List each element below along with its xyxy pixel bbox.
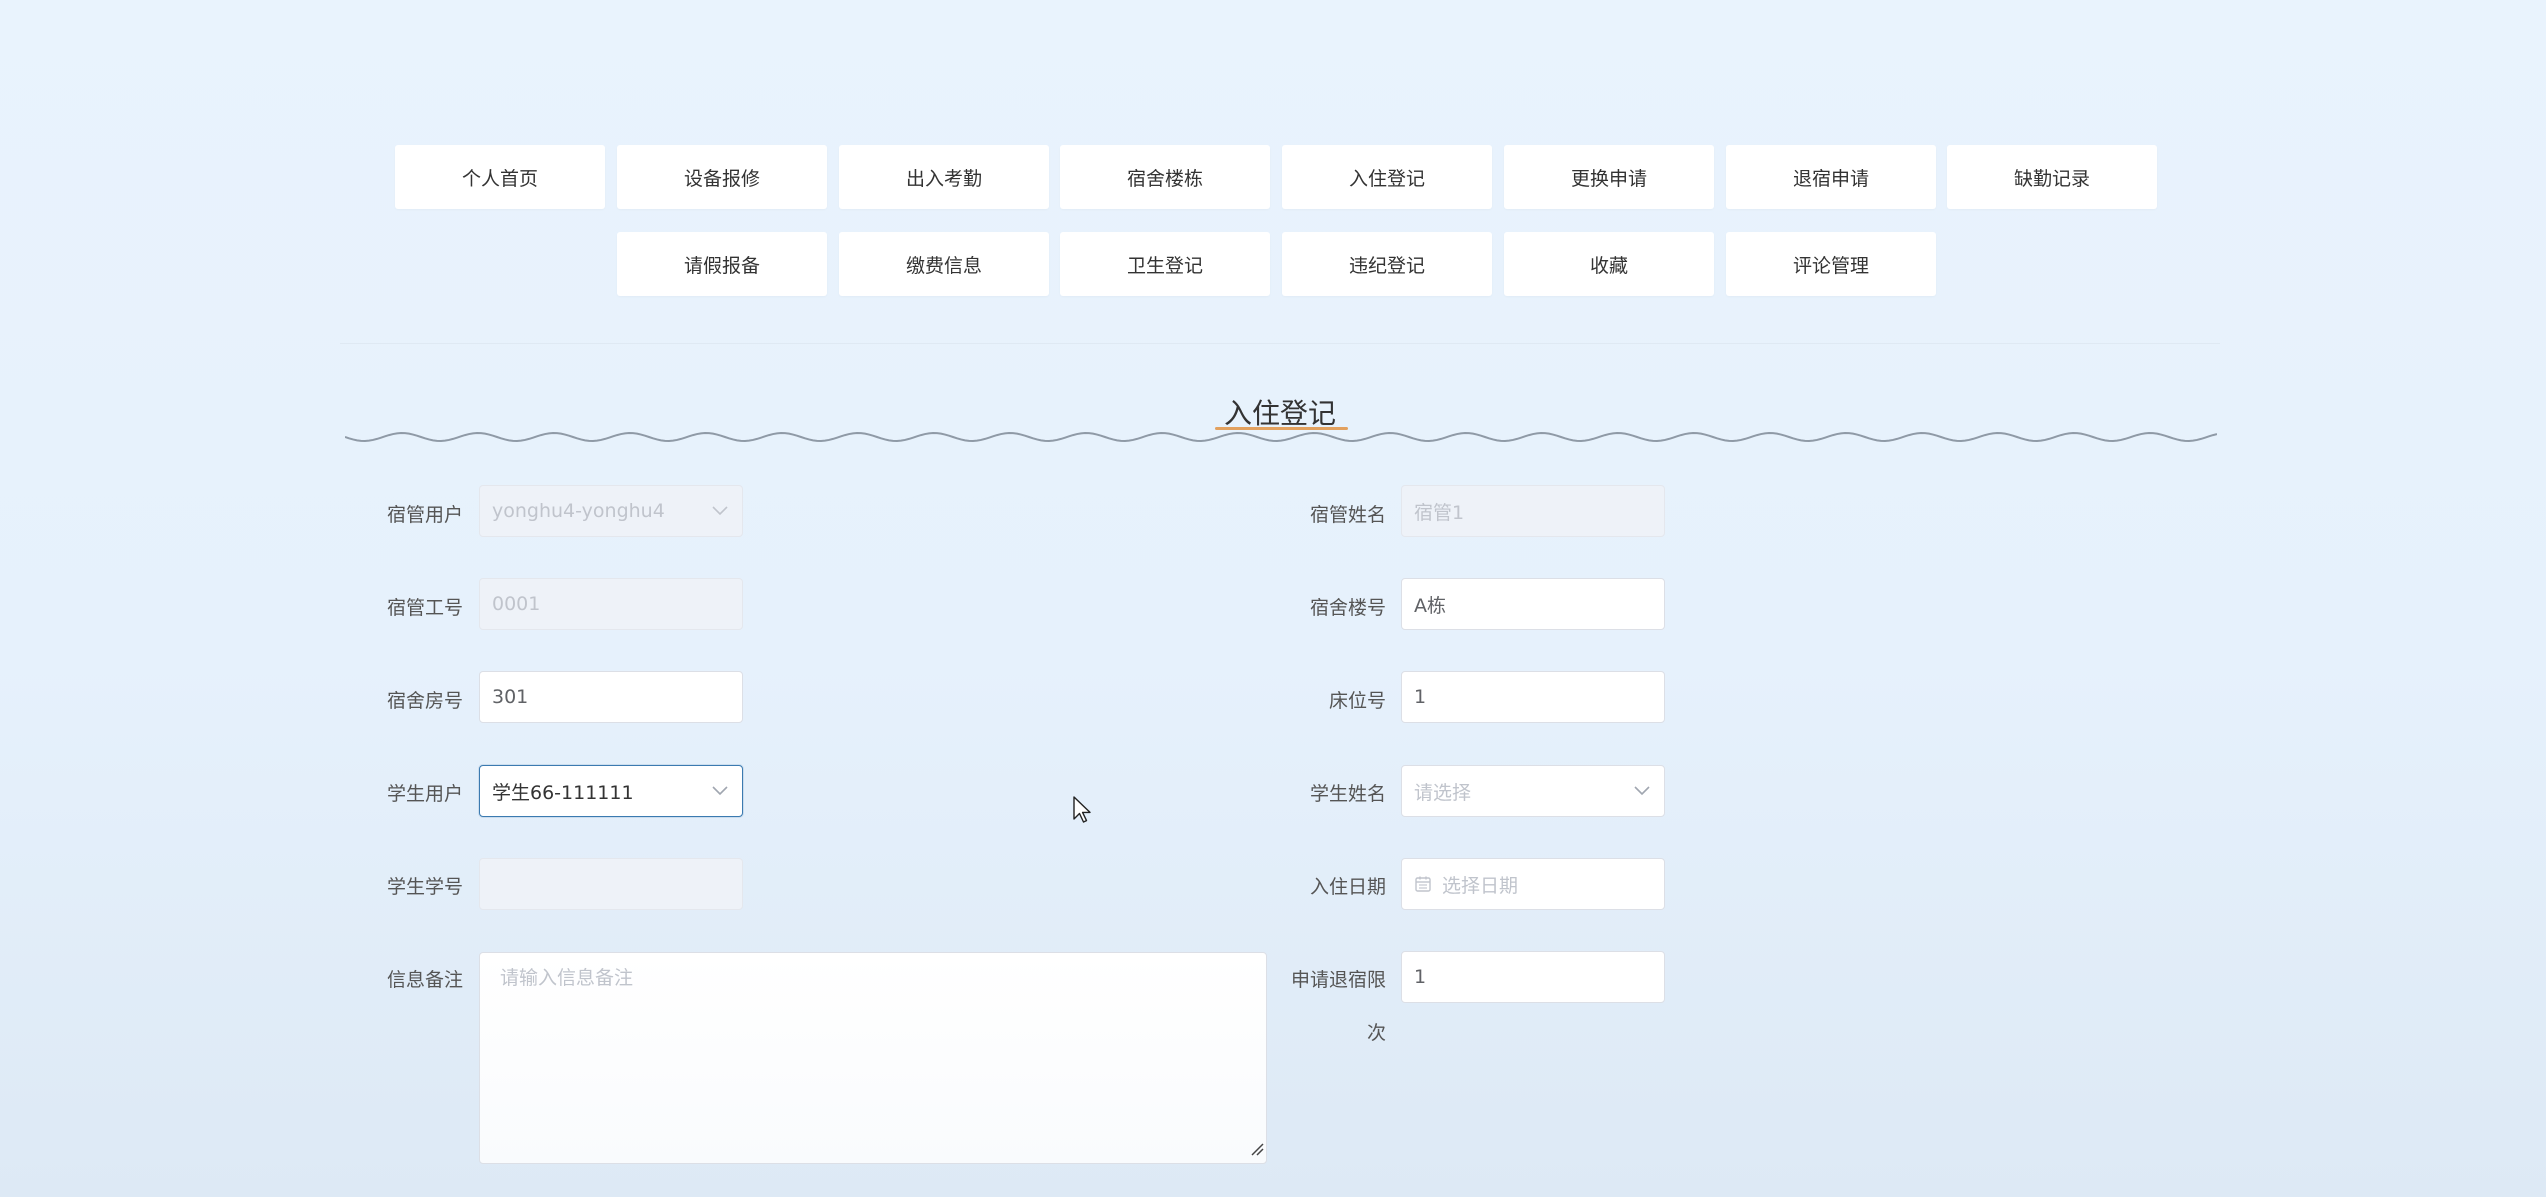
nav-item-hygiene[interactable]: 卫生登记 [1060, 232, 1270, 296]
manager-user-label: 宿管用户 [386, 504, 463, 526]
bed-input[interactable]: 1 [1401, 671, 1665, 723]
room-input[interactable]: 301 [479, 671, 743, 723]
nav-item-home[interactable]: 个人首页 [395, 145, 605, 209]
building-label: 宿舍楼号 [1309, 597, 1386, 619]
nav-item-absence[interactable]: 缺勤记录 [1947, 145, 2157, 209]
manager-id-field: 0001 [479, 578, 743, 630]
manager-id-label: 宿管工号 [386, 597, 463, 619]
remark-label: 信息备注 [386, 969, 463, 991]
student-name-label: 学生姓名 [1309, 783, 1386, 805]
nav-item-violation[interactable]: 违纪登记 [1282, 232, 1492, 296]
checkin-date-picker[interactable]: 选择日期 [1401, 858, 1665, 910]
checkin-date-label: 入住日期 [1309, 876, 1386, 898]
nav-item-favorites[interactable]: 收藏 [1504, 232, 1714, 296]
chevron-down-icon [710, 781, 730, 801]
manager-user-select: yonghu4-yonghu4 [479, 485, 743, 537]
student-no-label: 学生学号 [386, 876, 463, 898]
bed-label: 床位号 [1328, 690, 1386, 712]
checkout-limit-label-cont: 次 [1366, 1022, 1386, 1044]
nav-item-payment[interactable]: 缴费信息 [839, 232, 1049, 296]
student-user-select[interactable]: 学生66-111111 [479, 765, 743, 817]
nav-item-leave[interactable]: 请假报备 [617, 232, 827, 296]
student-user-label: 学生用户 [386, 783, 463, 805]
room-label: 宿舍房号 [386, 690, 463, 712]
nav-item-comments[interactable]: 评论管理 [1726, 232, 1936, 296]
mouse-cursor-icon [1073, 796, 1091, 823]
nav-item-checkout-request[interactable]: 退宿申请 [1726, 145, 1936, 209]
manager-name-label: 宿管姓名 [1309, 504, 1386, 526]
nav-item-change-request[interactable]: 更换申请 [1504, 145, 1714, 209]
chevron-down-icon [1632, 781, 1652, 801]
student-no-field [479, 858, 743, 910]
nav-item-repair[interactable]: 设备报修 [617, 145, 827, 209]
chevron-down-icon [710, 501, 730, 521]
page-title: 入住登记 [1223, 397, 1336, 430]
nav-item-buildings[interactable]: 宿舍楼栋 [1060, 145, 1270, 209]
manager-name-field: 宿管1 [1401, 485, 1665, 537]
remark-placeholder: 请输入信息备注 [500, 967, 634, 989]
student-name-select[interactable]: 请选择 [1401, 765, 1665, 817]
nav-item-checkin[interactable]: 入住登记 [1282, 145, 1492, 209]
checkout-limit-label: 申请退宿限 [1290, 969, 1386, 991]
section-divider [340, 343, 2220, 344]
checkout-limit-input[interactable]: 1 [1401, 951, 1665, 1003]
calendar-icon [1414, 875, 1432, 893]
building-input[interactable]: A栋 [1401, 578, 1665, 630]
resize-grip-icon[interactable] [1250, 1139, 1264, 1161]
wave-divider [345, 432, 2217, 442]
nav-item-attendance[interactable]: 出入考勤 [839, 145, 1049, 209]
remark-textarea[interactable]: 请输入信息备注 [479, 952, 1267, 1164]
